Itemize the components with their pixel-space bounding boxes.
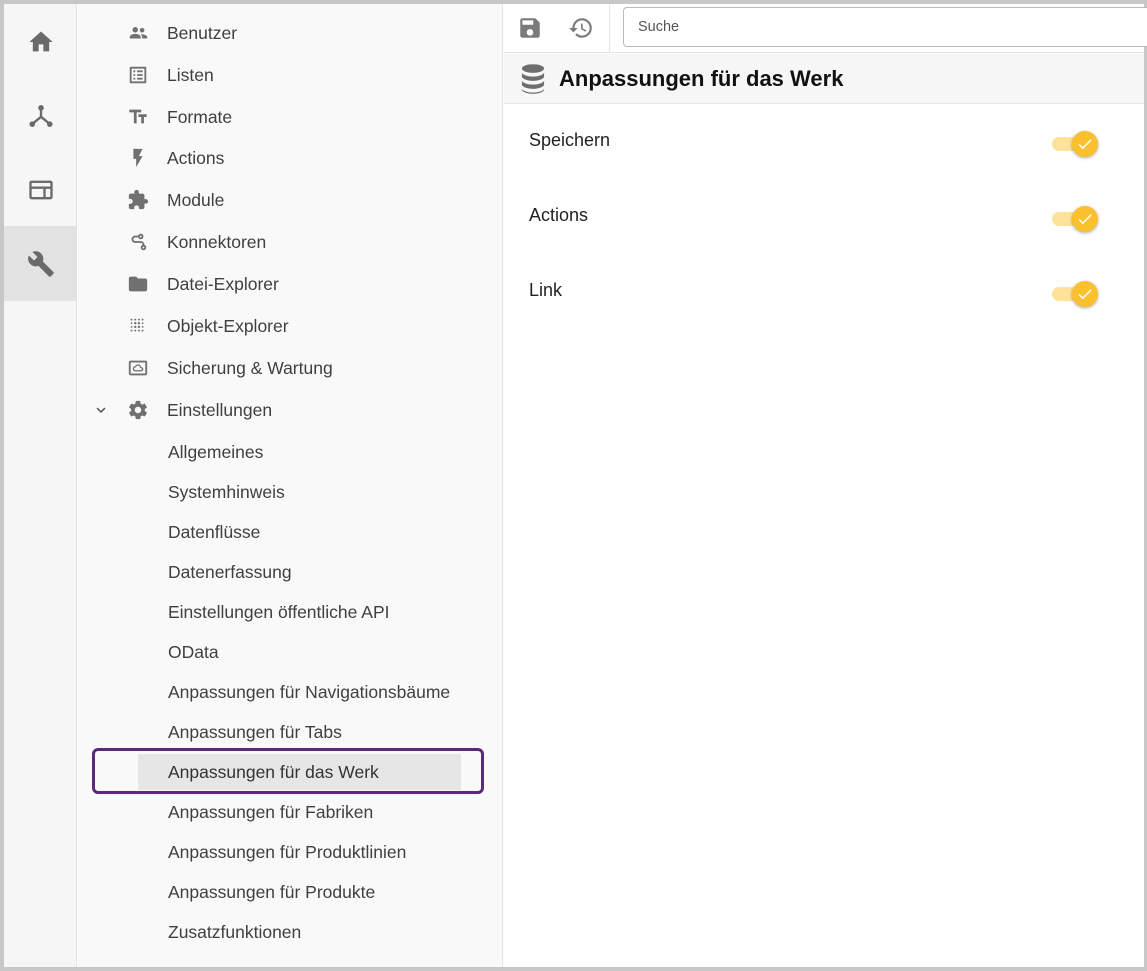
sub-item-label: Zusatzfunktionen (168, 921, 302, 942)
restore-button[interactable] (564, 12, 598, 44)
sub-item-label: Systemhinweis (168, 481, 285, 502)
sub-item-produktlinien[interactable]: Anpassungen für Produktlinien (78, 832, 503, 872)
sub-item-label: Anpassungen für Produkte (168, 881, 376, 902)
icon-rail (4, 4, 77, 967)
nav-item-module[interactable]: Module (78, 179, 503, 221)
setting-row-speichern: Speichern (504, 117, 1144, 167)
nav-item-label: Sicherung & Wartung (167, 357, 333, 378)
nav-item-label: Konnektoren (167, 231, 267, 252)
nav-item-actions[interactable]: Actions (78, 137, 503, 179)
setting-label: Link (529, 280, 563, 300)
sub-item-label: Anpassungen für Navigationsbäume (168, 681, 451, 702)
sub-item-zusatzfunktionen[interactable]: Zusatzfunktionen (78, 912, 503, 952)
wrench-icon (27, 250, 54, 277)
rail-admin[interactable] (4, 226, 77, 301)
chevron-down-icon[interactable] (92, 401, 110, 419)
sub-item-label: Anpassungen für Produktlinien (168, 841, 407, 862)
toggle-knob (1072, 206, 1098, 232)
nav-item-label: Datei-Explorer (167, 273, 279, 294)
sub-item-label: OData (168, 641, 219, 662)
setting-label: Speichern (529, 130, 611, 150)
sub-item-label: Einstellungen öffentliche API (168, 601, 390, 622)
backup-icon (126, 356, 150, 380)
folder-icon (126, 272, 150, 296)
sub-item-produkte[interactable]: Anpassungen für Produkte (78, 872, 503, 912)
rail-home[interactable] (4, 4, 77, 79)
toggle-knob (1072, 281, 1098, 307)
dots-grid-icon (126, 314, 150, 338)
nav-item-label: Benutzer (167, 22, 238, 43)
sub-item-datenerfassung[interactable]: Datenerfassung (78, 552, 503, 592)
page-header: Anpassungen für das Werk (504, 54, 1144, 104)
lightning-icon (126, 146, 150, 170)
toggle-knob (1072, 131, 1098, 157)
nav-item-label: Listen (167, 64, 214, 85)
sub-item-label: Datenflüsse (168, 521, 261, 542)
sub-item-werk[interactable]: Anpassungen für das Werk (78, 752, 503, 792)
search-input[interactable] (623, 7, 1147, 47)
toolbar-divider (609, 4, 610, 53)
rail-hierarchy[interactable] (4, 78, 77, 153)
nav-item-label: Einstellungen (167, 399, 273, 420)
home-icon (28, 31, 53, 51)
sub-item-systemhinweis[interactable]: Systemhinweis (78, 472, 503, 512)
sub-item-label: Anpassungen für Fabriken (168, 801, 374, 822)
setting-row-link: Link (504, 267, 1144, 317)
sub-item-label: Allgemeines (168, 441, 264, 462)
nav-item-einstellungen[interactable]: Einstellungen (78, 389, 503, 431)
nav-item-formate[interactable]: Formate (78, 96, 503, 138)
side-navigation: Benutzer Listen Formate Actions Module K… (78, 4, 503, 967)
sub-item-label: Datenerfassung (168, 561, 292, 582)
save-button[interactable] (513, 12, 547, 44)
window-icon (28, 180, 53, 199)
toggle-switch[interactable] (1051, 281, 1099, 307)
nav-item-label: Module (167, 189, 225, 210)
sub-item-allgemeines[interactable]: Allgemeines (78, 432, 503, 472)
users-icon (126, 21, 150, 45)
route-icon (126, 230, 150, 254)
toggle-switch[interactable] (1051, 206, 1099, 232)
rail-window[interactable] (4, 152, 77, 227)
nav-item-label: Formate (167, 106, 233, 127)
puzzle-icon (126, 188, 150, 212)
text-format-icon (126, 105, 150, 129)
sub-item-datenfluesse[interactable]: Datenflüsse (78, 512, 503, 552)
checkmark-icon (1078, 139, 1092, 150)
sub-item-tabs[interactable]: Anpassungen für Tabs (78, 712, 503, 752)
save-icon (520, 18, 540, 38)
page-title: Anpassungen für das Werk (559, 65, 844, 91)
checkmark-icon (1078, 289, 1092, 300)
sub-item-navigationsbaeume[interactable]: Anpassungen für Navigationsbäume (78, 672, 503, 712)
sub-item-oeffentliche-api[interactable]: Einstellungen öffentliche API (78, 592, 503, 632)
setting-label: Actions (529, 205, 589, 225)
toggle-switch[interactable] (1051, 131, 1099, 157)
nav-item-objekt-explorer[interactable]: Objekt-Explorer (78, 305, 503, 347)
hierarchy-icon (28, 104, 53, 127)
sub-item-label: Anpassungen für Tabs (168, 721, 342, 742)
nav-item-sicherung-wartung[interactable]: Sicherung & Wartung (78, 347, 503, 389)
toolbar (504, 4, 1147, 53)
nav-item-label: Actions (167, 147, 225, 168)
list-icon (126, 63, 150, 87)
sub-item-fabriken[interactable]: Anpassungen für Fabriken (78, 792, 503, 832)
setting-row-actions: Actions (504, 192, 1144, 242)
nav-item-listen[interactable]: Listen (78, 54, 503, 96)
sub-item-label: Anpassungen für das Werk (168, 761, 379, 782)
nav-item-datei-explorer[interactable]: Datei-Explorer (78, 263, 503, 305)
database-icon (518, 63, 548, 95)
sub-item-odata[interactable]: OData (78, 632, 503, 672)
restore-icon (569, 18, 592, 38)
checkmark-icon (1078, 214, 1092, 225)
nav-item-label: Objekt-Explorer (167, 315, 289, 336)
nav-item-benutzer[interactable]: Benutzer (78, 12, 503, 54)
nav-item-konnektoren[interactable]: Konnektoren (78, 221, 503, 263)
gear-icon (126, 398, 150, 422)
